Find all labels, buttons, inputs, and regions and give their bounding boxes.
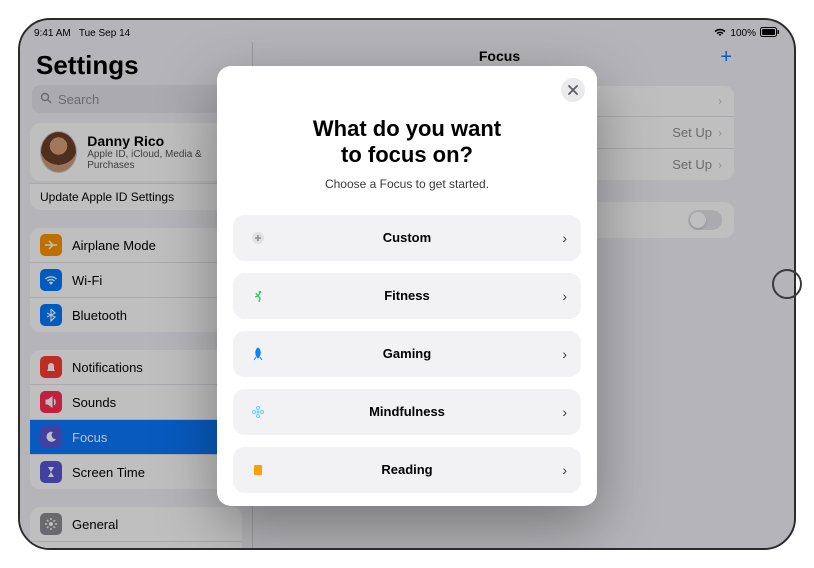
focus-option-reading[interactable]: Reading› [233,447,581,493]
close-button[interactable] [561,78,585,102]
option-label: Reading [233,462,581,477]
option-label: Gaming [233,346,581,361]
home-button[interactable] [772,269,802,299]
focus-option-mindfulness[interactable]: Mindfulness› [233,389,581,435]
modal-subtitle: Choose a Focus to get started. [233,177,581,191]
focus-option-custom[interactable]: Custom› [233,215,581,261]
option-label: Fitness [233,288,581,303]
option-label: Mindfulness [233,404,581,419]
focus-option-fitness[interactable]: Fitness› [233,273,581,319]
focus-option-gaming[interactable]: Gaming› [233,331,581,377]
focus-picker-modal: What do you want to focus on? Choose a F… [217,66,597,506]
option-label: Custom [233,230,581,245]
modal-title: What do you want to focus on? [233,116,581,169]
